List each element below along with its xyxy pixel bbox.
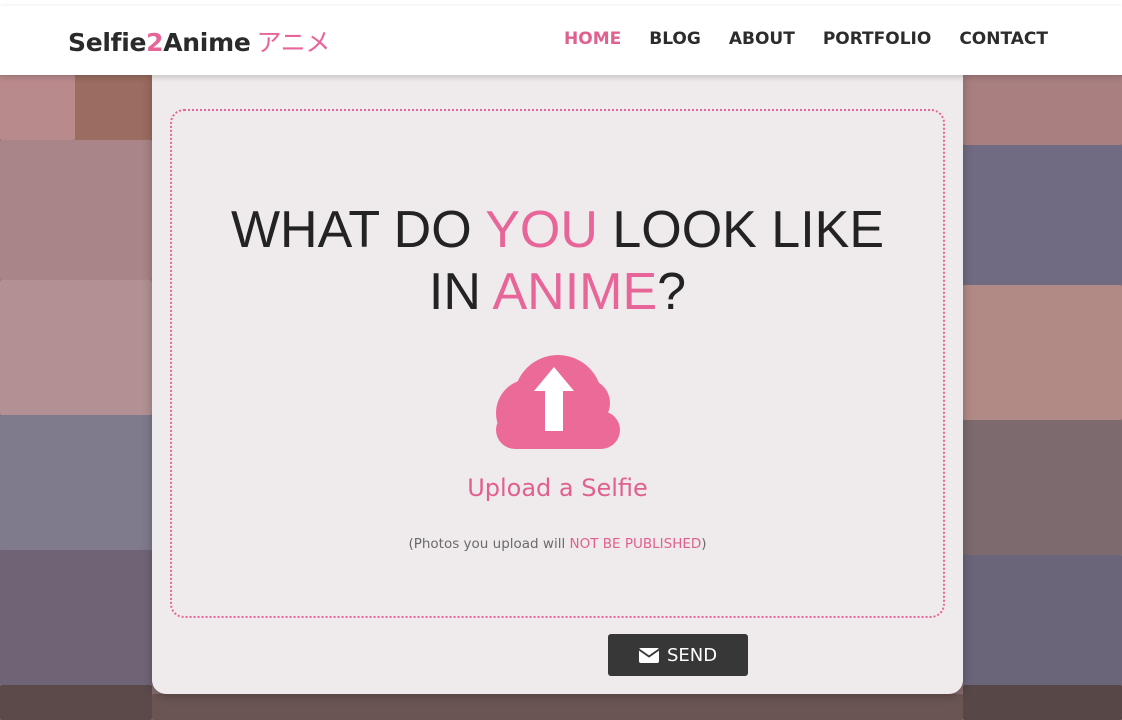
headline-text: LOOK LIKE xyxy=(597,201,885,259)
nav-item-contact[interactable]: CONTACT xyxy=(959,29,1048,49)
note-highlight: NOT BE PUBLISHED xyxy=(569,536,702,552)
headline-line-2: IN ANIME? xyxy=(172,261,943,323)
headline-text: WHAT DO xyxy=(230,201,486,259)
upload-dropzone[interactable]: WHAT DO YOU LOOK LIKE IN ANIME? Upload a… xyxy=(170,109,945,618)
hero-headline: WHAT DO YOU LOOK LIKE IN ANIME? xyxy=(172,199,943,323)
nav-item-portfolio[interactable]: PORTFOLIO xyxy=(823,29,932,49)
envelope-icon xyxy=(638,647,659,663)
nav-menu: HOME BLOG ABOUT PORTFOLIO CONTACT xyxy=(564,29,1048,49)
brand-name-number: 2 xyxy=(146,28,164,57)
headline-highlight-you: YOU xyxy=(485,201,598,259)
navbar: Selfie2Anime アニメ HOME BLOG ABOUT PORTFOLI… xyxy=(0,6,1122,75)
headline-highlight-anime: ANIME xyxy=(492,263,658,321)
nav-item-blog[interactable]: BLOG xyxy=(649,29,701,49)
note-text: (Photos you upload will xyxy=(408,536,570,552)
brand-name-start: Selfie xyxy=(68,28,147,57)
send-label: SEND xyxy=(666,644,718,666)
headline-text: IN xyxy=(428,263,493,321)
brand-name-end: Anime xyxy=(163,28,251,57)
privacy-note: (Photos you upload will NOT BE PUBLISHED… xyxy=(172,536,943,552)
headline-text: ? xyxy=(657,263,687,321)
headline-line-1: WHAT DO YOU LOOK LIKE xyxy=(172,199,943,261)
cloud-upload-icon[interactable] xyxy=(494,355,624,451)
nav-item-about[interactable]: ABOUT xyxy=(729,29,795,49)
nav-item-home[interactable]: HOME xyxy=(564,29,621,49)
brand-logo[interactable]: Selfie2Anime アニメ xyxy=(68,23,330,59)
upload-selfie-label[interactable]: Upload a Selfie xyxy=(172,474,943,502)
note-text: ) xyxy=(701,536,707,552)
upload-card: WHAT DO YOU LOOK LIKE IN ANIME? Upload a… xyxy=(152,75,963,694)
send-button[interactable]: SEND xyxy=(608,634,748,676)
brand-kana: アニメ xyxy=(256,28,331,57)
